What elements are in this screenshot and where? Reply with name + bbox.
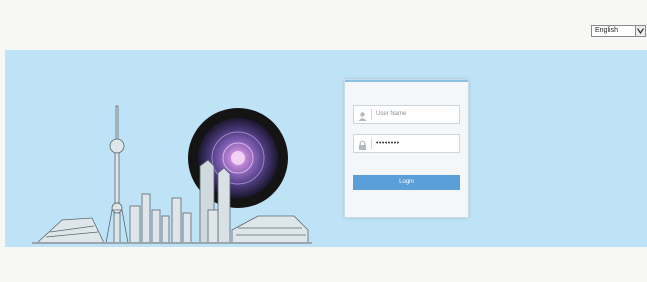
- user-icon: [357, 109, 368, 121]
- password-input[interactable]: ••••••••: [353, 134, 460, 153]
- chevron-down-icon[interactable]: [635, 26, 645, 36]
- password-value: ••••••••: [376, 140, 400, 147]
- login-button[interactable]: Login: [353, 175, 460, 190]
- field-divider: [371, 138, 372, 149]
- login-panel-accent: [345, 80, 468, 82]
- login-panel: User Name •••••••• Login: [344, 79, 469, 218]
- bottom-bar: [0, 247, 647, 282]
- username-placeholder: User Name: [376, 111, 407, 117]
- top-bar: [0, 0, 647, 50]
- language-select[interactable]: English: [591, 25, 646, 37]
- lock-icon: [357, 138, 368, 150]
- field-divider: [371, 109, 372, 120]
- username-input[interactable]: User Name: [353, 105, 460, 124]
- language-select-value: English: [595, 27, 618, 34]
- city-camera-illustration: [32, 105, 312, 244]
